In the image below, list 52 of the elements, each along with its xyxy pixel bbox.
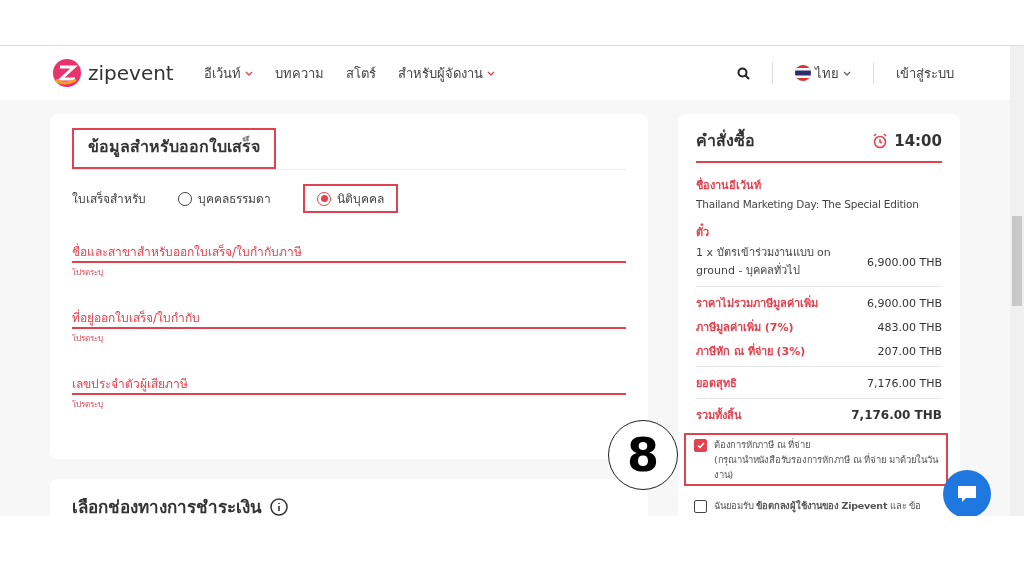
checkbox[interactable] (694, 500, 707, 513)
flag-icon (795, 65, 811, 81)
logo-text: zipevent (88, 61, 174, 85)
input-field[interactable]: เลขประจำตัวผู้เสียภาษี (72, 375, 626, 395)
step-number: 8 (608, 420, 678, 490)
chat-button[interactable] (943, 470, 991, 516)
total-label: รวมทั้งสิ้น (696, 406, 742, 424)
checkbox[interactable] (694, 439, 707, 452)
section-title: เลือกช่องทางการชำระเงิน (72, 496, 262, 516)
radio-option[interactable]: บุคคลธรรมดา (164, 184, 285, 213)
nav-link[interactable]: บทความ (274, 62, 324, 84)
caret-icon (244, 70, 253, 76)
alarm-clock-icon (872, 132, 889, 149)
price-value: 6,900.00 THB (866, 296, 942, 310)
price-label: ภาษีหัก ณ ที่จ่าย (3%) (696, 342, 806, 360)
total-value: 7,176.00 THB (851, 408, 942, 422)
scrollbar[interactable] (1010, 46, 1024, 516)
timer-text: 14:00 (894, 131, 942, 150)
ticket-name: 1 x บัตรเข้าร่วมงานแบบ on ground - บุคคลทั่วไป (696, 245, 832, 279)
checkbox-label: ต้องการหักภาษี ณ ที่จ่าย (714, 437, 812, 452)
chat-icon (956, 484, 978, 504)
logo-icon (52, 58, 82, 88)
input-field[interactable]: ชื่อและสาขาสำหรับออกใบเสร็จ/ใบกำกับภาษี (72, 243, 626, 263)
search-icon[interactable] (737, 66, 750, 80)
radio-option[interactable]: นิติบุคคล (303, 184, 398, 213)
nav-link[interactable]: สำหรับผู้จัดงาน (397, 62, 495, 84)
order-title: คำสั่งซื้อ (696, 128, 755, 153)
price-label: ภาษีมูลค่าเพิ่ม (7%) (696, 318, 794, 336)
price-value: 207.00 THB (877, 344, 942, 358)
section-title: ข้อมูลสำหรับออกใบเสร็จ (72, 128, 276, 169)
error-text: โปรดระบุ (72, 267, 104, 279)
event-label: ชื่องานอีเว้นท์ (696, 176, 762, 194)
event-name: Thailand Marketing Day: The Special Edition (696, 198, 920, 210)
caret-icon (486, 70, 495, 76)
error-text: โปรดระบุ (72, 399, 104, 411)
ticket-label: ตั๋ว (696, 223, 942, 241)
field-label: ใบเสร็จสำหรับ (72, 190, 146, 208)
info-icon[interactable] (270, 497, 288, 516)
ticket-price: 6,900.00 THB (866, 255, 942, 269)
error-text: โปรดระบุ (72, 333, 104, 345)
net-label: ยอดสุทธิ (696, 376, 737, 392)
nav-link[interactable]: สโตร์ (345, 62, 376, 84)
chevron-down-icon (843, 70, 851, 76)
checkbox-note: (กรุณานำหนังสือรับรองการหักภาษี ณ ที่จ่าย มาด้วยในวันงาน) (714, 452, 938, 482)
nav-link[interactable]: อีเว้นท์ (203, 62, 253, 84)
net-value: 7,176.00 THB (866, 376, 942, 390)
price-value: 483.00 THB (877, 320, 942, 334)
checkbox-label: ฉันยอมรับ ข้อตกลงผู้ใช้งานของ Zipevent และ ข้อ (714, 499, 921, 513)
login-link[interactable]: เข้าสู่ระบบ (896, 62, 954, 84)
input-field[interactable]: ที่อยู่ออกใบเสร็จ/ใบกำกับ (72, 309, 626, 329)
price-label: ราคาไม่รวมภาษีมูลค่าเพิ่ม (696, 294, 818, 312)
language-selector[interactable]: ไทย (795, 62, 851, 84)
